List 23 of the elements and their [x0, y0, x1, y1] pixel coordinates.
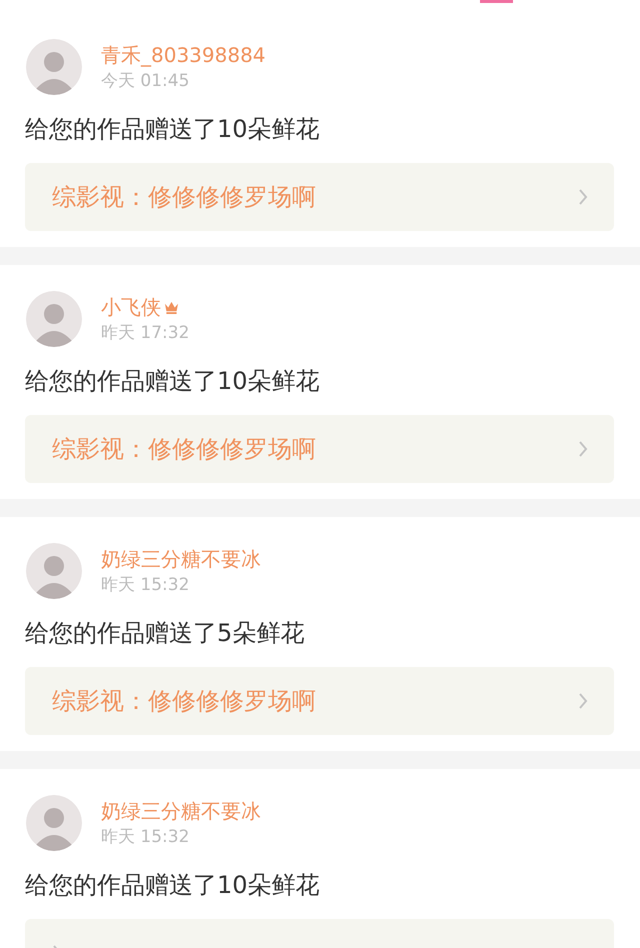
user-name[interactable]: 青禾_803398884: [101, 42, 266, 68]
chevron-right-icon: [578, 188, 588, 206]
timestamp: 昨天 17:32: [101, 322, 190, 344]
work-link[interactable]: 综影视：修修修修罗场啊: [25, 415, 614, 483]
timestamp: 今天 01:45: [101, 70, 190, 92]
message-text: 给您的作品赠送了10朵鲜花: [25, 366, 321, 397]
user-name[interactable]: 奶绿三分糖不要冰: [101, 546, 261, 572]
avatar[interactable]: [26, 543, 82, 599]
work-link[interactable]: 综影视：修修修修罗场啊: [25, 667, 614, 735]
avatar[interactable]: [26, 795, 82, 851]
timestamp: 昨天 15:32: [101, 574, 190, 596]
message-text: 给您的作品赠送了10朵鲜花: [25, 870, 321, 901]
timestamp: 昨天 15:32: [101, 826, 190, 848]
work-link[interactable]: 综影视：修修修修罗场啊: [25, 163, 614, 231]
message-text: 给您的作品赠送了10朵鲜花: [25, 114, 321, 145]
user-name[interactable]: 小飞侠: [101, 294, 161, 320]
tab-indicator: [480, 0, 513, 3]
message-text: 给您的作品赠送了5朵鲜花: [25, 618, 306, 649]
user-name[interactable]: 奶绿三分糖不要冰: [101, 798, 261, 824]
chevron-right-icon: [578, 692, 588, 710]
avatar[interactable]: [26, 39, 82, 95]
avatar[interactable]: [26, 291, 82, 347]
chevron-right-icon: [578, 440, 588, 458]
